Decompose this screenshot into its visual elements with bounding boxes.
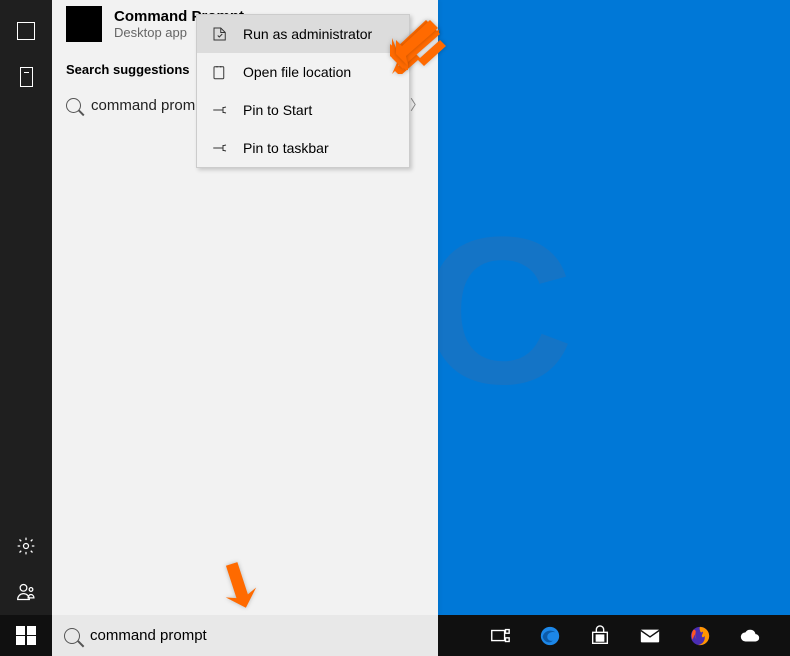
shield-icon: [211, 25, 229, 43]
store-icon[interactable]: [588, 624, 612, 648]
ctx-item-label: Pin to taskbar: [243, 140, 329, 156]
edge-icon[interactable]: [538, 624, 562, 648]
context-menu: Run as administrator Open file location …: [196, 14, 410, 168]
search-input[interactable]: [90, 627, 426, 644]
mail-icon[interactable]: [638, 624, 662, 648]
rail-apps-icon[interactable]: [0, 8, 52, 54]
taskbar: [0, 615, 790, 656]
folder-icon: [211, 63, 229, 81]
ctx-item-label: Run as administrator: [243, 26, 372, 42]
windows-logo-icon: [16, 626, 36, 646]
settings-icon[interactable]: [0, 523, 52, 569]
ctx-item-label: Pin to Start: [243, 102, 312, 118]
chevron-right-icon[interactable]: 〉: [410, 95, 424, 115]
ctx-pin-to-start[interactable]: Pin to Start: [197, 91, 409, 129]
ctx-item-label: Open file location: [243, 64, 351, 80]
search-icon: [66, 98, 81, 113]
start-rail: [0, 0, 52, 615]
taskbar-tray: [438, 624, 790, 648]
taskview-icon[interactable]: [488, 624, 512, 648]
user-icon[interactable]: [0, 569, 52, 615]
onedrive-icon[interactable]: [738, 624, 762, 648]
rail-devices-icon[interactable]: [0, 54, 52, 100]
firefox-icon[interactable]: [688, 624, 712, 648]
search-icon: [64, 628, 80, 644]
suggestion-text: command prompt: [91, 97, 208, 114]
pin-icon: [211, 101, 229, 119]
ctx-open-file-location[interactable]: Open file location: [197, 53, 409, 91]
taskbar-search[interactable]: [52, 615, 438, 656]
pin-icon: [211, 139, 229, 157]
start-button[interactable]: [0, 615, 52, 656]
ctx-pin-to-taskbar[interactable]: Pin to taskbar: [197, 129, 409, 167]
command-prompt-icon: [66, 6, 102, 42]
ctx-run-as-admin[interactable]: Run as administrator: [197, 15, 409, 53]
